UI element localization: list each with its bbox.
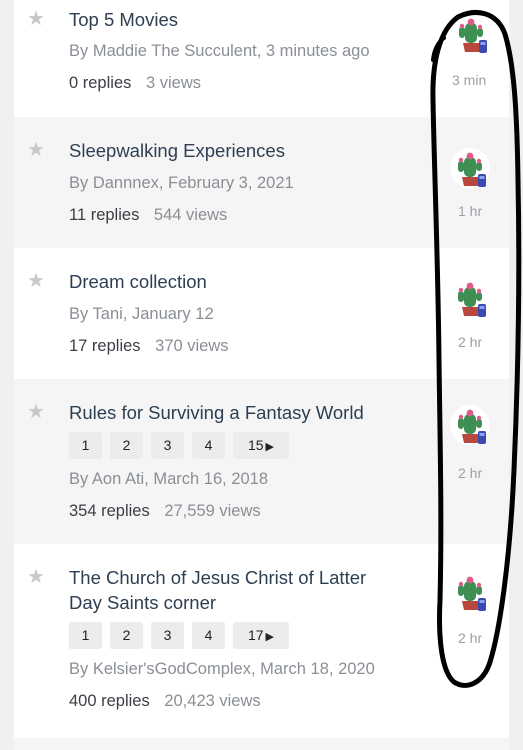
topic-row[interactable]: ★ Sleepwalking Experiences By Dannnex, F… [14,117,509,248]
last-page-link[interactable]: 17 ▶ [233,622,289,649]
topic-byline: By Kelsier'sGodComplex, March 18, 2020 [69,660,375,678]
views-count: 3 views [145,74,201,92]
topic-row[interactable]: ★ Rules for Surviving a Fantasy World 1 … [14,379,509,544]
cactus-avatar [458,152,486,187]
page-link[interactable]: 1 [69,622,102,649]
replies-count: 354 replies [69,502,150,520]
topic-byline: By Maddie The Succulent, 3 minutes ago [69,42,370,60]
last-activity-time[interactable]: 2 hr [458,465,482,481]
views-count: 544 views [153,206,228,224]
last-page-number: 15 [247,437,264,453]
topic-stats: 400 replies 20,423 views [69,692,261,711]
page-link[interactable]: 1 [69,432,102,459]
topic-byline: By Aon Ati, March 16, 2018 [69,470,269,488]
last-activity-time[interactable]: 1 hr [458,203,482,219]
cactus-avatar [458,576,486,611]
pagination: 1 2 3 4 15 ▶ [69,432,289,459]
topic-title[interactable]: Dream collection [69,269,399,294]
page-link[interactable]: 3 [151,432,184,459]
topic-title[interactable]: Rules for Surviving a Fantasy World [69,400,399,425]
topic-stats: 17 replies 370 views [69,337,229,356]
views-count: 27,559 views [164,502,261,520]
page-link[interactable]: 2 [110,622,143,649]
triangle-right-icon: ▶ [265,631,275,643]
topic-stats: 11 replies 544 views [69,206,227,225]
topic-row[interactable]: ★ The Church of Jesus Christ of Latter D… [14,544,509,738]
topic-stats: 0 replies 3 views [69,74,201,93]
page-link[interactable]: 4 [192,622,225,649]
last-page-number: 17 [247,627,264,643]
list-bottom-edge [14,738,509,750]
star-icon[interactable]: ★ [27,271,45,291]
last-activity-time[interactable]: 3 min [452,72,486,88]
replies-count: 0 replies [69,74,132,92]
pagination: 1 2 3 4 17 ▶ [69,622,289,649]
page-link[interactable]: 4 [192,432,225,459]
topic-row[interactable]: ★ Top 5 Movies By Maddie The Succulent, … [14,0,509,117]
star-icon[interactable]: ★ [27,9,45,29]
triangle-right-icon: ▶ [265,441,275,453]
replies-count: 17 replies [69,337,141,355]
topic-byline: By Tani, January 12 [69,305,214,323]
last-page-link[interactable]: 15 ▶ [233,432,289,459]
views-count: 20,423 views [164,692,261,710]
topic-title[interactable]: Sleepwalking Experiences [69,138,399,163]
topic-row[interactable]: ★ Dream collection By Tani, January 12 1… [14,248,509,379]
topic-title[interactable]: The Church of Jesus Christ of Latter Day… [69,565,399,615]
replies-count: 400 replies [69,692,150,710]
topic-stats: 354 replies 27,559 views [69,502,261,521]
last-activity-time[interactable]: 2 hr [458,334,482,350]
cactus-avatar [458,409,486,444]
topic-title[interactable]: Top 5 Movies [69,7,399,32]
star-icon[interactable]: ★ [27,140,45,160]
page-link[interactable]: 3 [151,622,184,649]
star-icon[interactable]: ★ [27,567,45,587]
views-count: 370 views [155,337,229,355]
star-icon[interactable]: ★ [27,402,45,422]
cactus-avatar [458,282,486,317]
last-activity-time[interactable]: 2 hr [458,630,482,646]
replies-count: 11 replies [69,206,140,224]
page-link[interactable]: 2 [110,432,143,459]
cactus-avatar [459,18,487,54]
topic-byline: By Dannnex, February 3, 2021 [69,174,294,192]
